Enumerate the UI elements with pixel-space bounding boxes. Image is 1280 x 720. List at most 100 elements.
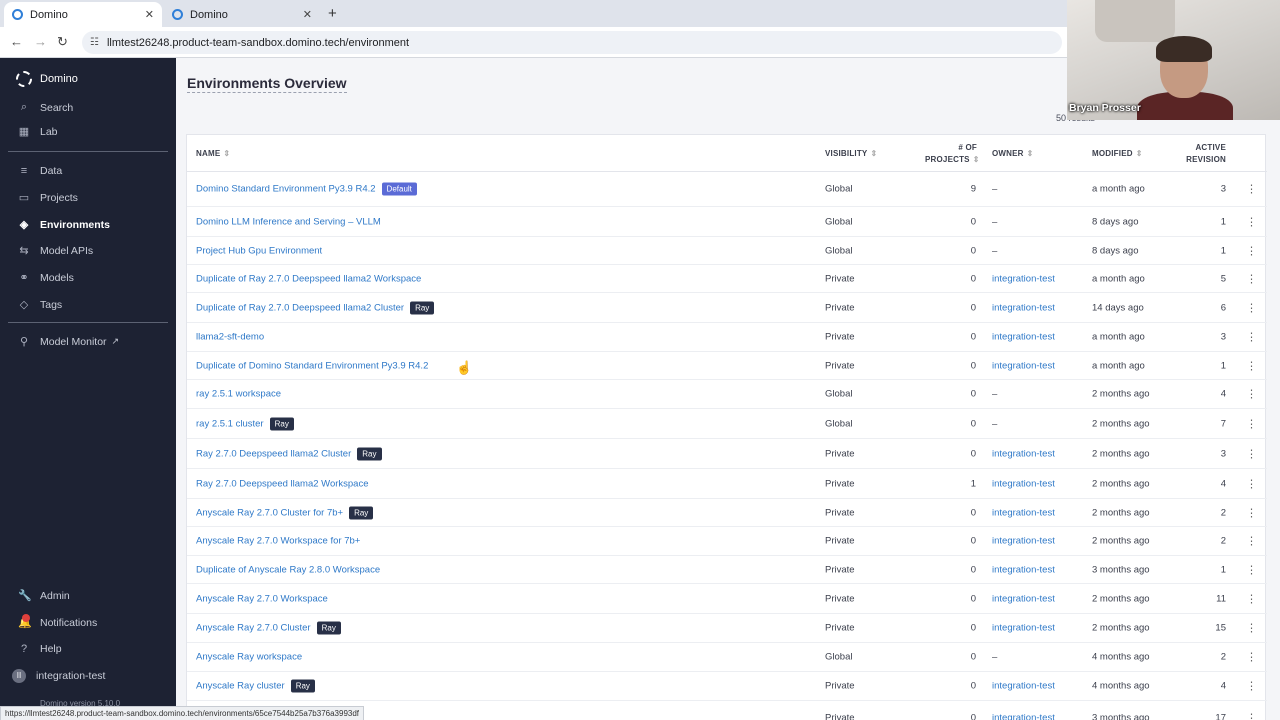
- sidebar-item-tags[interactable]: ◇ Tags: [18, 298, 62, 312]
- sidebar-item-environments[interactable]: ◈ Environments: [18, 218, 110, 232]
- owner-cell[interactable]: integration-test: [992, 681, 1055, 692]
- sidebar-item-notifications[interactable]: 🔔 Notifications: [18, 614, 97, 629]
- column-header-visibility[interactable]: VISIBILITY ⇕: [825, 149, 877, 158]
- environment-link[interactable]: Anyscale Ray 2.7.0 Cluster for 7b+: [196, 507, 343, 518]
- table-row[interactable]: Duplicate of Ray 2.7.0 Deepspeed llama2 …: [187, 265, 1267, 293]
- owner-cell[interactable]: integration-test: [992, 448, 1055, 459]
- table-row[interactable]: Anyscale Ray 2.7.0 Workspace Private 0 inte…: [187, 584, 1267, 614]
- row-actions-kebab-icon[interactable]: ⋮: [1246, 359, 1257, 372]
- table-row[interactable]: ray 2.5.1 workspace Global 0 – 2 months ago 4…: [187, 380, 1267, 409]
- owner-cell[interactable]: integration-test: [992, 478, 1055, 489]
- column-header-revision[interactable]: ACTIVE REVISION: [1182, 143, 1226, 164]
- table-row[interactable]: Duplicate of Ray 2.7.0 Deepspeed llama2 …: [187, 293, 1267, 323]
- table-row[interactable]: Anyscale Ray cluster Ray Private 0 integrati…: [187, 672, 1267, 701]
- sidebar-item-model-apis[interactable]: ⇆ Model APIs: [18, 244, 93, 258]
- environment-link[interactable]: Anyscale Ray 2.7.0 Workspace: [196, 593, 328, 604]
- sidebar-item-projects[interactable]: ▭ Projects: [18, 191, 78, 205]
- table-row[interactable]: ray 2.5.1 cluster Ray Global 0 – 2 months ago…: [187, 409, 1267, 439]
- row-actions-kebab-icon[interactable]: ⋮: [1246, 680, 1257, 693]
- table-row[interactable]: Project Hub Gpu Environment Global 0 – 8 day…: [187, 237, 1267, 265]
- row-actions-kebab-icon[interactable]: ⋮: [1246, 592, 1257, 605]
- table-row[interactable]: Ray 2.7.0 Deepspeed llama2 Workspace Priv…: [187, 469, 1267, 499]
- environment-link[interactable]: Duplicate of Ray 2.7.0 Deepspeed llama2 …: [196, 273, 421, 284]
- sidebar-item-data[interactable]: ≡ Data: [18, 165, 62, 177]
- owner-cell[interactable]: integration-test: [992, 302, 1055, 313]
- owner-cell[interactable]: integration-test: [992, 536, 1055, 547]
- column-header-owner[interactable]: OWNER ⇕: [992, 149, 1034, 158]
- owner-cell[interactable]: integration-test: [992, 332, 1055, 343]
- sidebar-item-models[interactable]: ⚭ Models: [18, 271, 73, 285]
- environment-link[interactable]: Anyscale Ray cluster: [196, 681, 285, 692]
- table-row[interactable]: Ray 2.7.0 Deepspeed llama2 Cluster Ray Pri…: [187, 439, 1267, 469]
- owner-cell[interactable]: integration-test: [992, 564, 1055, 575]
- row-actions-kebab-icon[interactable]: ⋮: [1246, 477, 1257, 490]
- table-row[interactable]: Domino LLM Inference and Serving – VLLM G…: [187, 207, 1267, 237]
- column-header-name[interactable]: NAME ⇕: [196, 149, 230, 158]
- row-actions-kebab-icon[interactable]: ⋮: [1246, 563, 1257, 576]
- owner-cell[interactable]: integration-test: [992, 360, 1055, 371]
- row-actions-kebab-icon[interactable]: ⋮: [1246, 711, 1257, 720]
- site-settings-icon[interactable]: ☷: [90, 37, 99, 48]
- column-header-projects[interactable]: # OF PROJECTS ⇕: [925, 143, 979, 164]
- environment-link[interactable]: Duplicate of Ray 2.7.0 Deepspeed llama2 …: [196, 302, 404, 313]
- row-actions-kebab-icon[interactable]: ⋮: [1246, 244, 1257, 257]
- owner-cell[interactable]: integration-test: [992, 273, 1055, 284]
- row-actions-kebab-icon[interactable]: ⋮: [1246, 388, 1257, 401]
- new-tab-button[interactable]: +: [328, 5, 337, 22]
- table-row[interactable]: Anyscale Ray 2.7.0 Cluster for 7b+ Ray Pri…: [187, 499, 1267, 527]
- table-row[interactable]: Duplicate of Anyscale Ray 2.8.0 Workspac…: [187, 556, 1267, 584]
- sidebar-item-help[interactable]: ? Help: [18, 643, 62, 655]
- owner-cell[interactable]: integration-test: [992, 507, 1055, 518]
- row-actions-kebab-icon[interactable]: ⋮: [1246, 417, 1257, 430]
- brand-logo[interactable]: Domino: [16, 71, 78, 87]
- environment-link[interactable]: Duplicate of Domino Standard Environment…: [196, 360, 428, 371]
- sidebar-item-lab[interactable]: ▦ Lab: [18, 125, 58, 139]
- table-row[interactable]: Anyscale Ray 2.7.0 Workspace for 7b+ Priv…: [187, 527, 1267, 556]
- row-actions-kebab-icon[interactable]: ⋮: [1246, 535, 1257, 548]
- environment-link[interactable]: Domino LLM Inference and Serving – VLLM: [196, 216, 381, 227]
- table-row[interactable]: Duplicate of Domino Standard Environment…: [187, 352, 1267, 380]
- row-actions-kebab-icon[interactable]: ⋮: [1246, 301, 1257, 314]
- row-actions-kebab-icon[interactable]: ⋮: [1246, 622, 1257, 635]
- environment-link[interactable]: Anyscale Ray 2.7.0 Workspace for 7b+: [196, 536, 360, 547]
- close-tab-icon[interactable]: ✕: [145, 8, 154, 21]
- sidebar-item-model-monitor[interactable]: ⚲ Model Monitor ↗: [18, 335, 119, 349]
- projects-count-cell: 0: [970, 593, 976, 604]
- owner-cell[interactable]: integration-test: [992, 593, 1055, 604]
- row-actions-kebab-icon[interactable]: ⋮: [1246, 506, 1257, 519]
- active-revision-cell: 4: [1220, 680, 1226, 692]
- table-row[interactable]: Domino Standard Environment Py3.9 R4.2 De…: [187, 172, 1267, 207]
- environment-link[interactable]: Duplicate of Anyscale Ray 2.8.0 Workspac…: [196, 564, 380, 575]
- column-header-modified[interactable]: MODIFIED ⇕: [1092, 149, 1143, 158]
- environment-link[interactable]: Ray 2.7.0 Deepspeed llama2 Workspace: [196, 478, 369, 489]
- table-row[interactable]: llama2-sft-demo Private 0 integration-test a…: [187, 323, 1267, 352]
- close-tab-icon[interactable]: ✕: [303, 8, 312, 21]
- sidebar-item-admin[interactable]: 🔧 Admin: [18, 589, 70, 603]
- environment-link[interactable]: Domino Standard Environment Py3.9 R4.2: [196, 184, 376, 195]
- sidebar-item-user[interactable]: II integration-test: [12, 669, 105, 683]
- row-actions-kebab-icon[interactable]: ⋮: [1246, 331, 1257, 344]
- table-row[interactable]: Anyscale Ray workspace Global 0 – 4 months a…: [187, 643, 1267, 672]
- environment-link[interactable]: ray 2.5.1 cluster: [196, 418, 264, 429]
- row-actions-kebab-icon[interactable]: ⋮: [1246, 447, 1257, 460]
- back-arrow-icon[interactable]: ←: [10, 34, 23, 49]
- browser-tab-inactive[interactable]: Domino ✕: [164, 2, 320, 27]
- environment-link[interactable]: Anyscale Ray workspace: [196, 652, 302, 663]
- browser-tab-active[interactable]: Domino ✕: [4, 2, 162, 27]
- table-row[interactable]: Anyscale Ray 2.7.0 Cluster Ray Private 0 int…: [187, 614, 1267, 643]
- row-actions-kebab-icon[interactable]: ⋮: [1246, 215, 1257, 228]
- environment-link[interactable]: Ray 2.7.0 Deepspeed llama2 Cluster: [196, 448, 351, 459]
- sidebar-item-search[interactable]: ⌕ Search: [18, 101, 73, 114]
- owner-cell[interactable]: integration-test: [992, 712, 1055, 720]
- row-actions-kebab-icon[interactable]: ⋮: [1246, 183, 1257, 196]
- row-actions-kebab-icon[interactable]: ⋮: [1246, 272, 1257, 285]
- environment-link[interactable]: Anyscale Ray 2.7.0 Cluster: [196, 623, 311, 634]
- environment-link[interactable]: ray 2.5.1 workspace: [196, 389, 281, 400]
- environment-link[interactable]: Project Hub Gpu Environment: [196, 245, 322, 256]
- owner-cell[interactable]: integration-test: [992, 623, 1055, 634]
- environment-link[interactable]: llama2-sft-demo: [196, 332, 264, 343]
- forward-arrow-icon[interactable]: →: [34, 34, 47, 49]
- reload-icon[interactable]: ↻: [57, 34, 68, 50]
- url-field[interactable]: ☷ llmtest26248.product-team-sandbox.domi…: [82, 31, 1062, 54]
- row-actions-kebab-icon[interactable]: ⋮: [1246, 651, 1257, 664]
